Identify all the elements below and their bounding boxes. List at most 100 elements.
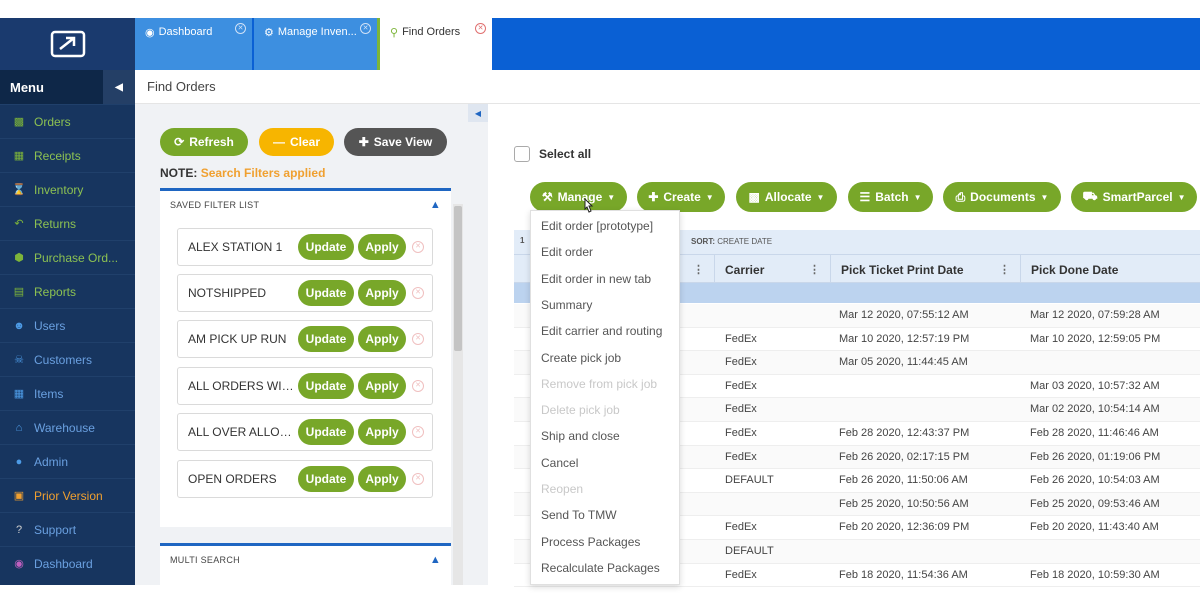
caret-down-icon: ▼ bbox=[816, 192, 825, 202]
menu-item[interactable]: Ship and close bbox=[541, 429, 620, 443]
sidebar-item-label: Orders bbox=[34, 114, 71, 129]
saved-filter-name: ALL OVER ALLOCA... bbox=[188, 425, 298, 439]
select-all[interactable]: Select all bbox=[514, 146, 591, 162]
update-button[interactable]: Update bbox=[298, 466, 354, 492]
sidebar-item-inventory[interactable]: ⌛ Inventory bbox=[0, 172, 135, 206]
remove-filter-icon[interactable]: ✕ bbox=[412, 473, 424, 485]
create-button[interactable]: ✚ Create ▼ bbox=[637, 182, 725, 212]
close-icon[interactable]: ✕ bbox=[475, 23, 486, 34]
menu-item[interactable]: Send To TMW bbox=[541, 508, 617, 522]
column-header-pick-done-date[interactable]: Pick Done Date bbox=[1020, 255, 1200, 284]
tab-dashboard[interactable]: ◉ Dashboard ✕ bbox=[135, 18, 252, 70]
caret-down-icon: ▼ bbox=[705, 192, 714, 202]
remove-filter-icon[interactable]: ✕ bbox=[412, 241, 424, 253]
clear-button[interactable]: — Clear bbox=[259, 128, 334, 156]
allocate-button[interactable]: ▩ Allocate ▼ bbox=[736, 182, 837, 212]
menu-item[interactable]: Process Packages bbox=[541, 535, 640, 549]
app-logo[interactable] bbox=[0, 18, 135, 70]
sidebar-item-warehouse[interactable]: ⌂ Warehouse bbox=[0, 410, 135, 444]
update-button[interactable]: Update bbox=[298, 234, 354, 260]
wrench-icon: ⚒ bbox=[541, 190, 553, 204]
select-all-checkbox[interactable] bbox=[514, 146, 530, 162]
sidebar-item-returns[interactable]: ↶ Returns bbox=[0, 206, 135, 240]
column-header-pick-ticket-print-date[interactable]: Pick Ticket Print Date ⋮ bbox=[830, 255, 1020, 284]
select-all-label: Select all bbox=[539, 147, 592, 161]
menu-item[interactable]: Edit order bbox=[541, 245, 593, 259]
saved-filter-header[interactable]: SAVED FILTER LIST ▲ bbox=[160, 191, 451, 219]
manage-dropdown-menu: Edit order [prototype] Edit order Edit ord… bbox=[530, 210, 680, 585]
column-menu-icon[interactable]: ⋮ bbox=[693, 263, 704, 276]
sidebar-item-items[interactable]: ▦ Items bbox=[0, 376, 135, 410]
dashboard-icon: ◉ bbox=[145, 27, 155, 39]
cell-carrier: FedEx bbox=[725, 403, 757, 416]
cell-carrier: FedEx bbox=[725, 332, 757, 345]
remove-filter-icon[interactable]: ✕ bbox=[412, 333, 424, 345]
remove-filter-icon[interactable]: ✕ bbox=[412, 287, 424, 299]
sidebar-item-orders[interactable]: ▩ Orders bbox=[0, 104, 135, 138]
hourglass-icon: ⌛ bbox=[12, 184, 26, 196]
batch-button[interactable]: ☰ Batch ▼ bbox=[848, 182, 933, 212]
print-icon: ⎙ bbox=[955, 189, 966, 204]
cell-done: Mar 12 2020, 07:59:28 AM bbox=[1030, 309, 1160, 321]
menu-item[interactable]: Edit order in new tab bbox=[541, 272, 651, 286]
gears-icon: ⚙ bbox=[264, 27, 274, 39]
apply-button[interactable]: Apply bbox=[358, 419, 406, 445]
apply-button[interactable]: Apply bbox=[358, 234, 406, 260]
sidebar-item-prior-version[interactable]: ▣ Prior Version bbox=[0, 478, 135, 512]
tab-find-orders[interactable]: ⚲ Find Orders ✕ bbox=[377, 18, 492, 70]
apply-button[interactable]: Apply bbox=[358, 326, 406, 352]
documents-button[interactable]: ⎙ Documents ▼ bbox=[943, 182, 1061, 212]
filter-scroll-thumb[interactable] bbox=[454, 206, 462, 351]
sidebar-item-admin[interactable]: ● Admin bbox=[0, 444, 135, 478]
update-button[interactable]: Update bbox=[298, 280, 354, 306]
close-icon[interactable]: ✕ bbox=[235, 23, 246, 34]
menu-item: Reopen bbox=[541, 482, 584, 496]
column-menu-icon[interactable]: ⋮ bbox=[809, 263, 820, 276]
chevron-up-icon[interactable]: ▲ bbox=[430, 554, 441, 566]
cell-print: Feb 26 2020, 11:50:06 AM bbox=[839, 474, 968, 487]
user-icon: ● bbox=[15, 455, 23, 468]
menu-item[interactable]: Create pick job bbox=[541, 351, 621, 365]
sidebar-item-reports[interactable]: ▤ Reports bbox=[0, 274, 135, 308]
cell-done: Feb 25 2020, 09:53:46 AM bbox=[1030, 497, 1160, 510]
close-icon[interactable]: ✕ bbox=[360, 23, 371, 34]
sidebar-item-dashboard[interactable]: ◉ Dashboard bbox=[0, 546, 135, 580]
multi-search-title: MULTI SEARCH bbox=[170, 555, 240, 565]
multi-search-card: MULTI SEARCH ▲ bbox=[160, 543, 451, 585]
menu-item[interactable]: Edit order [prototype] bbox=[541, 219, 653, 233]
update-button[interactable]: Update bbox=[298, 373, 354, 399]
column-menu-icon[interactable]: ⋮ bbox=[999, 263, 1010, 276]
sidebar-item-users[interactable]: ☻ Users bbox=[0, 308, 135, 342]
sidebar-item-purchase-orders[interactable]: ⬢ Purchase Ord... bbox=[0, 240, 135, 274]
remove-filter-icon[interactable]: ✕ bbox=[412, 426, 424, 438]
logo-icon bbox=[50, 30, 85, 58]
collapse-menu-icon[interactable]: ◀ bbox=[103, 70, 135, 104]
grid-icon: ▦ bbox=[13, 388, 25, 400]
update-button[interactable]: Update bbox=[298, 326, 354, 352]
column-header-carrier[interactable]: Carrier ⋮ bbox=[714, 255, 830, 284]
database-icon: ☰ bbox=[859, 190, 871, 204]
saved-filter-row: ALEX STATION 1 Update Apply ✕ bbox=[177, 228, 433, 266]
remove-filter-icon[interactable]: ✕ bbox=[412, 380, 424, 392]
tab-manage-inventory[interactable]: ⚙ Manage Inven... ✕ bbox=[254, 18, 377, 70]
menu-item[interactable]: Summary bbox=[541, 298, 592, 312]
menu-item[interactable]: Cancel bbox=[541, 456, 578, 470]
collapse-filters-icon[interactable]: ◀ bbox=[468, 104, 488, 122]
page-title: Find Orders bbox=[135, 70, 1200, 104]
apply-button[interactable]: Apply bbox=[358, 373, 406, 399]
apply-button[interactable]: Apply bbox=[358, 466, 406, 492]
multi-search-header[interactable]: MULTI SEARCH ▲ bbox=[160, 546, 451, 574]
sidebar-item-support[interactable]: ? Support bbox=[0, 512, 135, 546]
sidebar-item-customers[interactable]: ☠ Customers bbox=[0, 342, 135, 376]
apply-button[interactable]: Apply bbox=[358, 280, 406, 306]
cell-done: Feb 20 2020, 11:43:40 AM bbox=[1030, 521, 1159, 534]
menu-item[interactable]: Recalculate Packages bbox=[541, 561, 660, 575]
chevron-up-icon[interactable]: ▲ bbox=[430, 199, 441, 211]
update-button[interactable]: Update bbox=[298, 419, 354, 445]
manage-button[interactable]: ⚒ Manage ▼ bbox=[530, 182, 627, 212]
sidebar-item-receipts[interactable]: ▦ Receipts bbox=[0, 138, 135, 172]
menu-item[interactable]: Edit carrier and routing bbox=[541, 324, 662, 338]
smartparcel-button[interactable]: ⛟ SmartParcel ▼ bbox=[1071, 182, 1197, 212]
save-view-button[interactable]: ✚ Save View bbox=[344, 128, 447, 156]
refresh-button[interactable]: ⟳ Refresh bbox=[160, 128, 248, 156]
